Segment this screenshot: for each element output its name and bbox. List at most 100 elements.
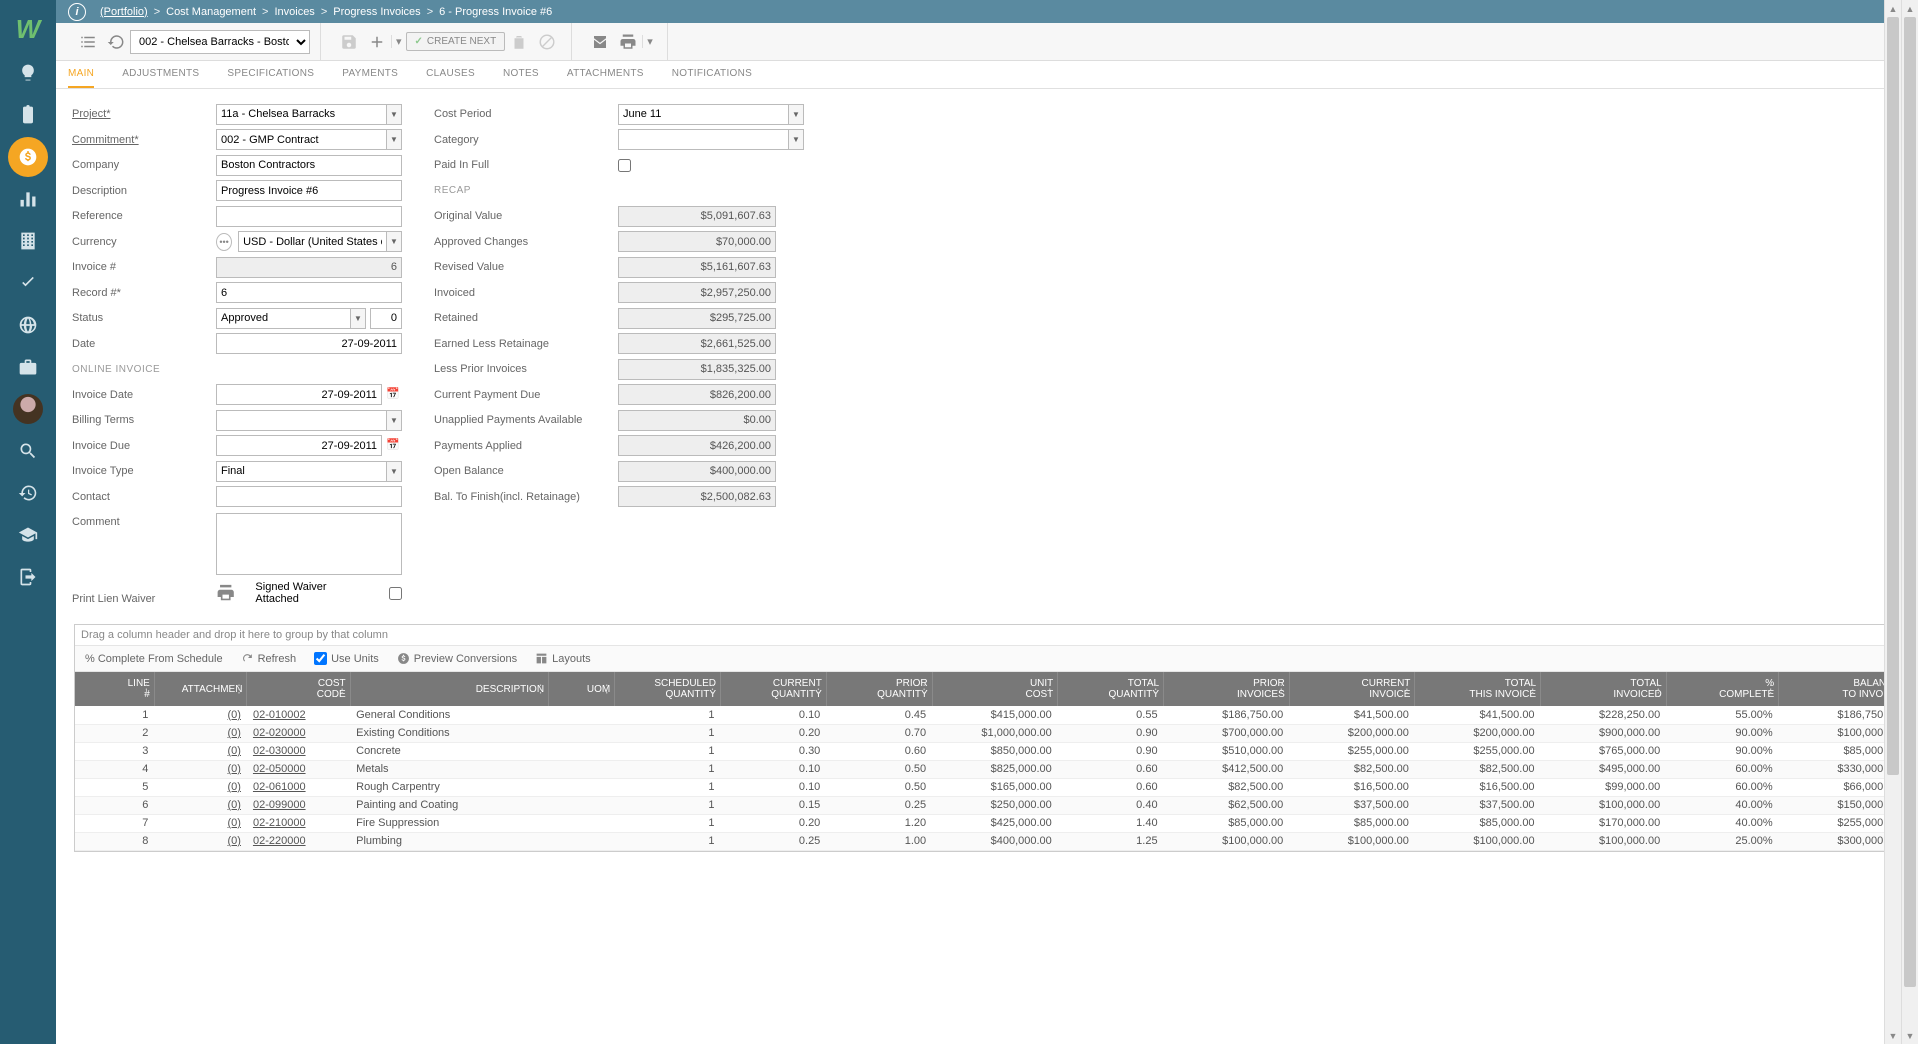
gt-use-units[interactable]: Use Units — [314, 652, 379, 665]
col-header[interactable]: DESCRIPTION⋮ — [350, 672, 548, 706]
col-header[interactable]: ATTACHMEN⋮ — [154, 672, 247, 706]
col-menu-icon[interactable]: ⋮ — [535, 683, 546, 696]
col-header[interactable]: COSTCODE⋮ — [247, 672, 350, 706]
scroll-down-icon[interactable]: ▼ — [1885, 1027, 1901, 1044]
col-header[interactable]: LINE#⋮ — [75, 672, 154, 706]
tab-adjustments[interactable]: ADJUSTMENTS — [122, 61, 199, 88]
company-field[interactable] — [216, 155, 402, 176]
col-header[interactable]: PRIORQUANTITY⋮ — [826, 672, 932, 706]
col-menu-icon[interactable]: ⋮ — [1527, 683, 1538, 696]
col-menu-icon[interactable]: ⋮ — [707, 683, 718, 696]
add-icon[interactable] — [363, 28, 391, 56]
print-icon[interactable] — [614, 28, 642, 56]
gt-refresh[interactable]: Refresh — [241, 652, 297, 665]
currency-field[interactable] — [238, 231, 386, 252]
table-row[interactable]: 5(0)02-061000Rough Carpentry10.100.50$16… — [75, 778, 1905, 796]
reference-field[interactable] — [216, 206, 402, 227]
table-row[interactable]: 8(0)02-220000Plumbing10.251.00$400,000.0… — [75, 832, 1905, 850]
col-header[interactable]: UOM⋮ — [549, 672, 615, 706]
col-menu-icon[interactable]: ⋮ — [141, 683, 152, 696]
content-scrollbar[interactable]: ▲ ▼ — [1884, 0, 1901, 1044]
signed-waiver-checkbox[interactable] — [389, 587, 402, 600]
tab-specifications[interactable]: SPECIFICATIONS — [227, 61, 314, 88]
create-next-button[interactable]: CREATE NEXT — [406, 32, 506, 51]
save-icon[interactable] — [335, 28, 363, 56]
tab-main[interactable]: MAIN — [68, 61, 94, 88]
nav-learn[interactable] — [8, 515, 48, 555]
table-row[interactable]: 7(0)02-210000Fire Suppression10.201.20$4… — [75, 814, 1905, 832]
col-menu-icon[interactable]: ⋮ — [919, 683, 930, 696]
tab-payments[interactable]: PAYMENTS — [342, 61, 398, 88]
dropdown-icon[interactable]: ▼ — [386, 461, 402, 482]
scroll-down-icon[interactable]: ▼ — [1902, 1027, 1918, 1044]
dropdown-icon[interactable]: ▼ — [788, 129, 804, 150]
nav-search[interactable] — [8, 431, 48, 471]
col-menu-icon[interactable]: ⋮ — [1276, 683, 1287, 696]
scroll-up-icon[interactable]: ▲ — [1902, 0, 1918, 17]
nav-check[interactable] — [8, 263, 48, 303]
col-header[interactable]: CURRENTINVOICE⋮ — [1289, 672, 1415, 706]
col-header[interactable]: UNITCOST⋮ — [932, 672, 1058, 706]
info-icon[interactable]: i — [68, 3, 86, 21]
col-header[interactable]: CURRENTQUANTITY⋮ — [721, 672, 827, 706]
project-selector[interactable]: 002 - Chelsea Barracks - Boston Cor — [130, 30, 310, 54]
comment-field[interactable] — [216, 513, 402, 575]
dropdown-icon[interactable]: ▼ — [788, 104, 804, 125]
email-icon[interactable] — [586, 28, 614, 56]
dropdown-icon[interactable]: ▼ — [386, 104, 402, 125]
invoice-due-field[interactable] — [216, 435, 382, 456]
add-dropdown[interactable]: ▾ — [391, 35, 406, 48]
paid-in-full-checkbox[interactable] — [618, 159, 631, 172]
col-menu-icon[interactable]: ⋮ — [601, 683, 612, 696]
col-header[interactable]: TOTALQUANTITY⋮ — [1058, 672, 1164, 706]
invoice-date-field[interactable] — [216, 384, 382, 405]
print-dropdown[interactable]: ▾ — [642, 35, 657, 48]
print-icon[interactable] — [216, 583, 235, 603]
user-avatar[interactable] — [13, 394, 43, 424]
nav-logout[interactable] — [8, 557, 48, 597]
tab-attachments[interactable]: ATTACHMENTS — [567, 61, 644, 88]
tab-clauses[interactable]: CLAUSES — [426, 61, 475, 88]
list-icon[interactable] — [74, 28, 102, 56]
currency-more-icon[interactable]: ••• — [216, 233, 232, 251]
col-menu-icon[interactable]: ⋮ — [1653, 683, 1664, 696]
nav-globe[interactable] — [8, 305, 48, 345]
contact-field[interactable] — [216, 486, 402, 507]
record-no-field[interactable] — [216, 282, 402, 303]
breadcrumb-seg[interactable]: Progress Invoices — [333, 6, 420, 18]
calendar-icon[interactable]: 📅 — [386, 438, 402, 454]
col-header[interactable]: TOTALINVOICED⋮ — [1541, 672, 1667, 706]
scroll-up-icon[interactable]: ▲ — [1885, 0, 1901, 17]
commitment-field[interactable] — [216, 129, 386, 150]
cost-period-field[interactable] — [618, 104, 788, 125]
window-scrollbar[interactable]: ▲ ▼ — [1901, 0, 1918, 1044]
category-field[interactable] — [618, 129, 788, 150]
date-field[interactable] — [216, 333, 402, 354]
dropdown-icon[interactable]: ▼ — [386, 231, 402, 252]
dropdown-icon[interactable]: ▼ — [386, 129, 402, 150]
col-header[interactable]: %COMPLETE⋮ — [1666, 672, 1778, 706]
project-field[interactable] — [216, 104, 386, 125]
col-menu-icon[interactable]: ⋮ — [1150, 683, 1161, 696]
gt-pct-schedule[interactable]: % Complete From Schedule — [85, 653, 223, 665]
status-field[interactable] — [216, 308, 350, 329]
nav-briefcase[interactable] — [8, 347, 48, 387]
scroll-thumb[interactable] — [1904, 17, 1916, 987]
col-menu-icon[interactable]: ⋮ — [1765, 683, 1776, 696]
col-menu-icon[interactable]: ⋮ — [233, 683, 244, 696]
col-menu-icon[interactable]: ⋮ — [337, 683, 348, 696]
delete-icon[interactable] — [505, 28, 533, 56]
col-menu-icon[interactable]: ⋮ — [1044, 683, 1055, 696]
nav-history[interactable] — [8, 473, 48, 513]
status-num-field[interactable] — [370, 308, 402, 329]
nav-building[interactable] — [8, 221, 48, 261]
table-row[interactable]: 1(0)02-010002General Conditions10.100.45… — [75, 706, 1905, 724]
table-row[interactable]: 6(0)02-099000Painting and Coating10.150.… — [75, 796, 1905, 814]
tab-notifications[interactable]: NOTIFICATIONS — [672, 61, 752, 88]
scroll-thumb[interactable] — [1887, 17, 1899, 775]
gt-layouts[interactable]: Layouts — [535, 652, 591, 665]
table-row[interactable]: 2(0)02-020000Existing Conditions10.200.7… — [75, 724, 1905, 742]
description-field[interactable] — [216, 180, 402, 201]
col-header[interactable]: TOTALTHIS INVOICE⋮ — [1415, 672, 1541, 706]
breadcrumb-root[interactable]: (Portfolio) — [100, 6, 148, 18]
